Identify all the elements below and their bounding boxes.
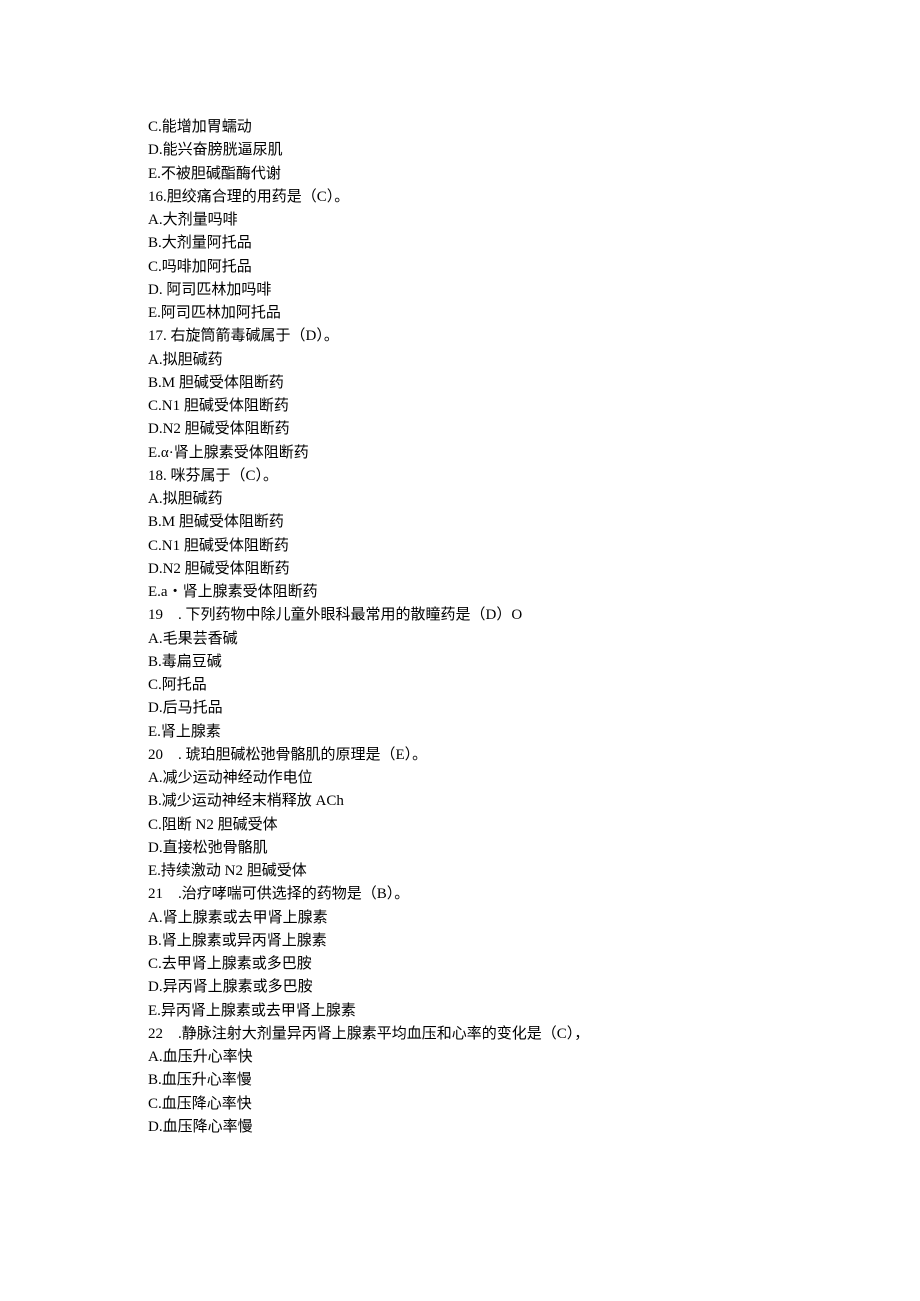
text-line: C.N1 胆碱受体阻断药: [148, 535, 920, 558]
text-line: E.α·肾上腺素受体阻断药: [148, 442, 920, 465]
text-line: E.不被胆碱酯酶代谢: [148, 163, 920, 186]
text-line: D.直接松弛骨骼肌: [148, 837, 920, 860]
text-line: D.后马托品: [148, 697, 920, 720]
text-line: E.肾上腺素: [148, 721, 920, 744]
text-line: C.去甲肾上腺素或多巴胺: [148, 953, 920, 976]
text-line: B.血压升心率慢: [148, 1069, 920, 1092]
text-line: A.拟胆碱药: [148, 349, 920, 372]
text-line: A.大剂量吗啡: [148, 209, 920, 232]
text-line: B.减少运动神经末梢释放 ACh: [148, 790, 920, 813]
text-line: B.M 胆碱受体阻断药: [148, 511, 920, 534]
text-line: B.M 胆碱受体阻断药: [148, 372, 920, 395]
text-line: A.血压升心率快: [148, 1046, 920, 1069]
text-line: C.N1 胆碱受体阻断药: [148, 395, 920, 418]
text-line: E.持续激动 N2 胆碱受体: [148, 860, 920, 883]
text-line: B.肾上腺素或异丙肾上腺素: [148, 930, 920, 953]
text-line: D.血压降心率慢: [148, 1116, 920, 1139]
text-line: D.N2 胆碱受体阻断药: [148, 558, 920, 581]
text-line: E.异丙肾上腺素或去甲肾上腺素: [148, 1000, 920, 1023]
text-line: 18. 咪芬属于（C）。: [148, 465, 920, 488]
text-line: C.血压降心率快: [148, 1093, 920, 1116]
text-line: D. 阿司匹林加吗啡: [148, 279, 920, 302]
text-line: A.减少运动神经动作电位: [148, 767, 920, 790]
text-line: 21 .治疗哮喘可供选择的药物是（B）。: [148, 883, 920, 906]
text-line: B.大剂量阿托品: [148, 232, 920, 255]
text-line: C.吗啡加阿托品: [148, 256, 920, 279]
text-line: A.拟胆碱药: [148, 488, 920, 511]
text-line: A.毛果芸香碱: [148, 628, 920, 651]
text-line: 19 . 下列药物中除儿童外眼科最常用的散瞳药是（D）O: [148, 604, 920, 627]
text-line: B.毒扁豆碱: [148, 651, 920, 674]
text-line: A.肾上腺素或去甲肾上腺素: [148, 907, 920, 930]
text-line: D.N2 胆碱受体阻断药: [148, 418, 920, 441]
text-line: E.a・肾上腺素受体阻断药: [148, 581, 920, 604]
text-line: D.能兴奋膀胱逼尿肌: [148, 139, 920, 162]
text-line: E.阿司匹林加阿托品: [148, 302, 920, 325]
text-line: D.异丙肾上腺素或多巴胺: [148, 976, 920, 999]
text-line: C.阿托品: [148, 674, 920, 697]
text-line: 20 . 琥珀胆碱松弛骨骼肌的原理是（E）。: [148, 744, 920, 767]
text-line: 16.胆绞痛合理的用药是（C）。: [148, 186, 920, 209]
document-page: C.能增加胃蠕动 D.能兴奋膀胱逼尿肌 E.不被胆碱酯酶代谢 16.胆绞痛合理的…: [0, 0, 920, 1301]
text-line: 22 .静脉注射大剂量异丙肾上腺素平均血压和心率的变化是（C），: [148, 1023, 920, 1046]
text-line: C.能增加胃蠕动: [148, 116, 920, 139]
text-line: C.阻断 N2 胆碱受体: [148, 814, 920, 837]
text-line: 17. 右旋筒箭毒碱属于（D）。: [148, 325, 920, 348]
